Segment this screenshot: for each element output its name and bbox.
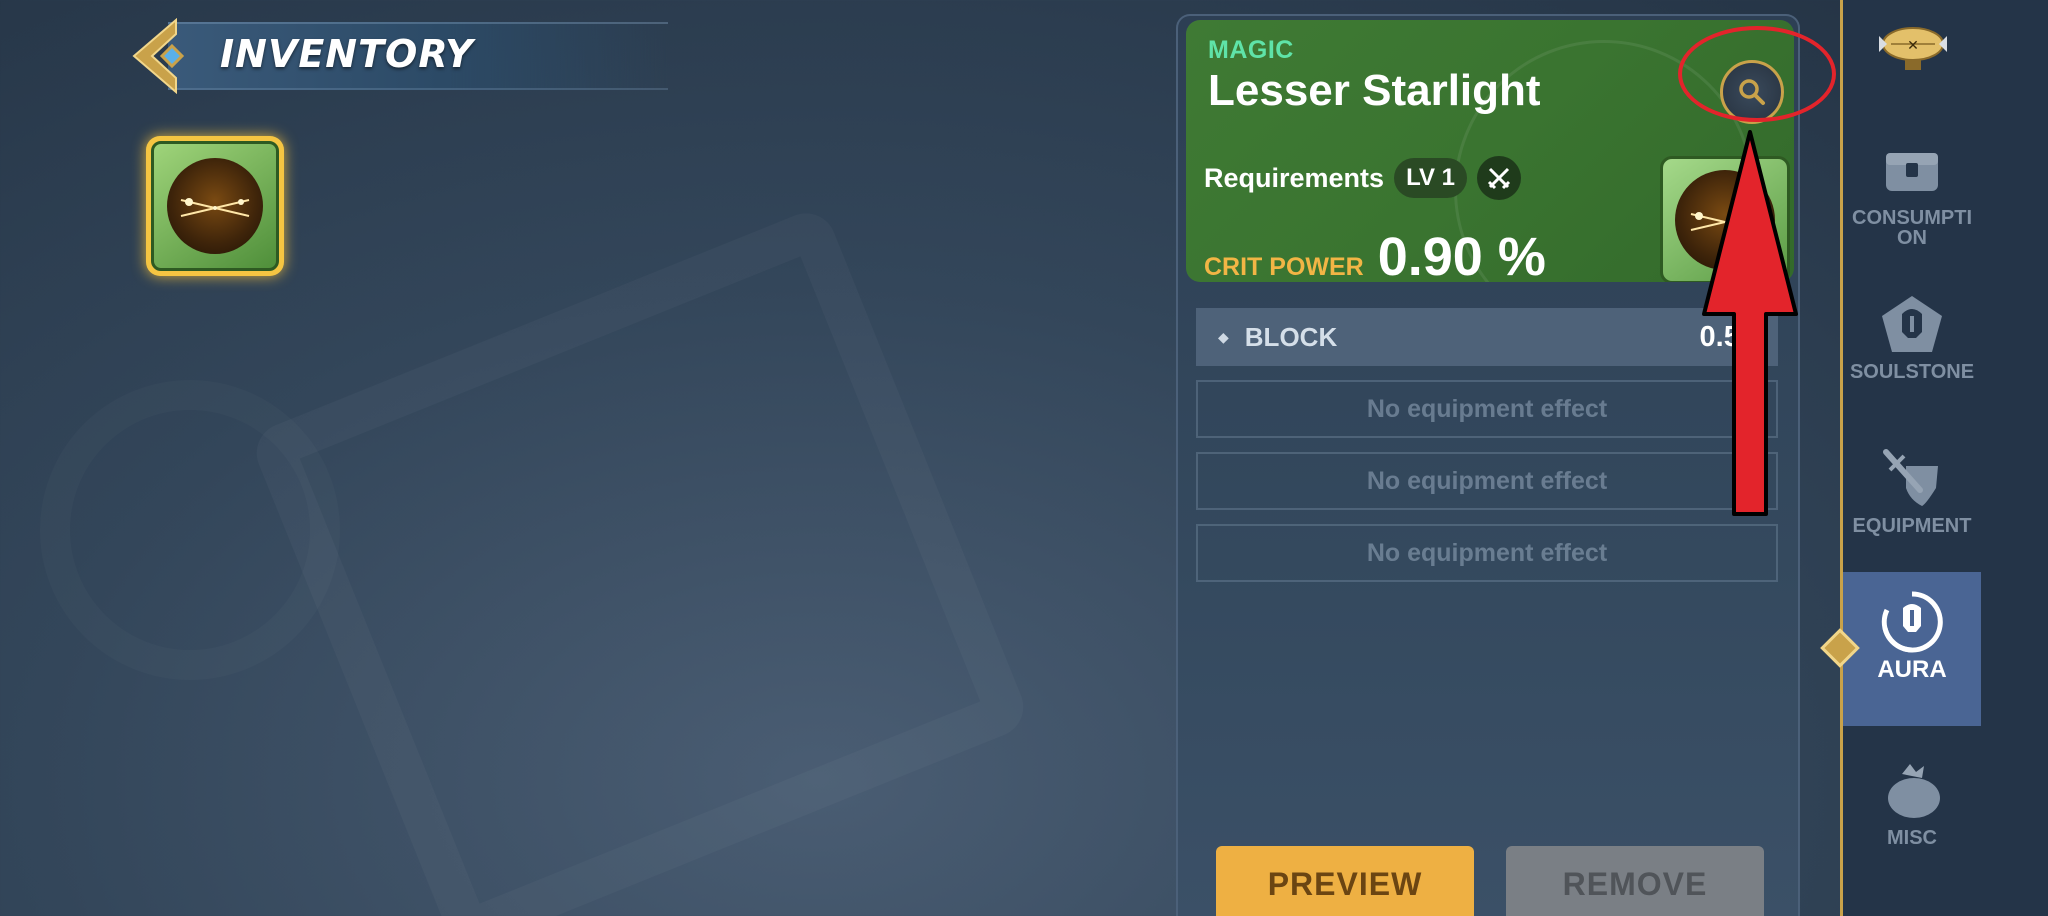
class-icon (1476, 156, 1521, 200)
sword-shield-icon (1877, 446, 1947, 510)
header: INVENTORY (128, 17, 668, 95)
red-arrow-annotation (1702, 130, 1798, 516)
level-badge: LV 1 (1394, 158, 1467, 198)
main-stat-value: 0.90 % (1377, 227, 1546, 282)
soulstone-icon (1877, 292, 1947, 356)
back-button[interactable] (128, 17, 204, 95)
inventory-item-slot[interactable] (146, 136, 284, 276)
inventory-item-frame (151, 141, 279, 271)
background-decoration (40, 380, 340, 680)
main-stat-label: CRIT POWER (1204, 253, 1364, 281)
chest-icon (1877, 138, 1947, 202)
aura-icon (1877, 590, 1947, 654)
main-stat-row: CRIT POWER 0.90 % (1204, 226, 1546, 282)
sidebar-item-aura[interactable]: AURA (1843, 572, 1981, 726)
background-decoration (248, 204, 1033, 916)
svg-text:✕: ✕ (1907, 38, 1919, 54)
empty-effect-slot: No equipment effect (1196, 380, 1778, 438)
back-arrow-icon (132, 17, 185, 95)
requirements-row: Requirements LV 1 (1204, 156, 1521, 200)
sidebar-item-label: CONSUMPTI ON (1852, 207, 1972, 249)
effect-name: BLOCK (1244, 321, 1338, 352)
airship-icon[interactable]: ✕ (1873, 22, 1953, 76)
sidebar-item-equipment[interactable]: EQUIPMENT (1843, 428, 1981, 582)
requirements-label: Requirements (1204, 162, 1385, 193)
diamond-bullet-icon: ◆ (1218, 328, 1229, 345)
empty-effect-slot: No equipment effect (1196, 452, 1778, 510)
bag-icon (1877, 758, 1947, 822)
empty-effect-slot: No equipment effect (1196, 524, 1778, 582)
page-title: INVENTORY (220, 32, 474, 76)
sidebar-item-label: AURA (1877, 656, 1947, 683)
remove-button[interactable]: REMOVE (1506, 846, 1764, 916)
sidebar-item-consumption[interactable]: CONSUMPTI ON (1843, 120, 1981, 274)
sidebar-item-label: MISC (1887, 827, 1937, 849)
sidebar-item-label: EQUIPMENT (1852, 515, 1972, 537)
sidebar-item-soulstone[interactable]: SOULSTONE (1843, 274, 1981, 428)
sidebar-item-label: SOULSTONE (1849, 361, 1975, 383)
highlight-circle (1678, 26, 1836, 122)
effect-row: ◆ BLOCK 0.50 (1196, 308, 1778, 366)
item-type: MAGIC (1208, 36, 1294, 64)
starlight-aura-icon (167, 158, 263, 254)
item-name: Lesser Starlight (1208, 66, 1541, 115)
preview-button[interactable]: PREVIEW (1216, 846, 1474, 916)
category-sidebar: ✕ CONSUMPTI ON SOULSTONE EQUIPMENT AURA … (1840, 0, 2048, 916)
sidebar-item-misc[interactable]: MISC (1843, 740, 1981, 894)
